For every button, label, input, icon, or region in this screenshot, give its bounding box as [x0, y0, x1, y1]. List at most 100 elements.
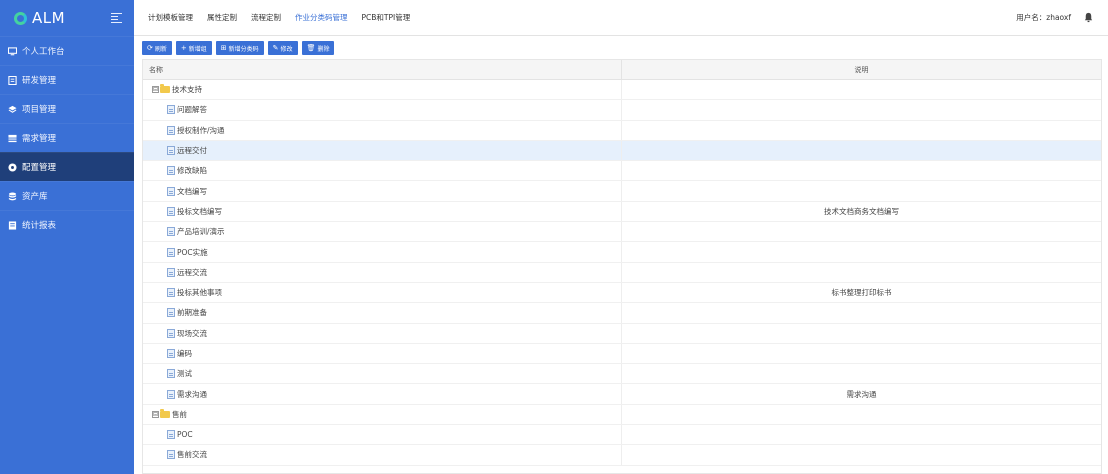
category-tree-grid: 名称 说明 ⊟ 技术支持问题解答授权制作/沟通远程交付修改缺陷文档编写 投标文档编写…	[142, 59, 1102, 474]
table-row[interactable]: 投标其他事项 标书整理打印标书	[143, 282, 1101, 304]
toolbar-button-label: 删除	[317, 45, 330, 53]
edit-button[interactable]: ✎ 修改	[267, 41, 298, 55]
table-row[interactable]: 远程交流	[143, 262, 1101, 283]
name-cell: 编码	[143, 343, 622, 364]
file-icon	[167, 389, 175, 399]
name-cell: 远程交流	[143, 262, 622, 282]
add-box-button[interactable]: ⊞ 新增分类码	[215, 41, 264, 55]
row-name: 需求沟通	[177, 389, 207, 399]
row-description	[622, 263, 1101, 282]
database-icon	[7, 191, 17, 201]
menu-toggle-icon[interactable]	[111, 12, 122, 23]
table-row[interactable]: 文档编写	[143, 181, 1101, 202]
row-name: 修改缺陷	[177, 166, 207, 176]
row-name: 售前交流	[177, 450, 207, 460]
name-cell: ⊟ 售前	[143, 404, 622, 425]
toolbar-button-label: 刷新	[154, 45, 167, 53]
top-navigation: 计划模板管理 属性定制 流程定制 作业分类码管理 PCB和TPI管理 用户名：zhaox…	[134, 0, 1108, 36]
tab-0[interactable]: 计划模板管理	[148, 12, 193, 23]
row-description	[622, 405, 1101, 424]
row-description	[622, 425, 1101, 444]
collapse-toggle-icon[interactable]: ⊟	[152, 410, 159, 418]
name-cell: 远程交付	[143, 140, 622, 161]
row-description	[622, 303, 1101, 322]
row-description	[622, 181, 1101, 200]
tab-4[interactable]: PCB和TPI管理	[362, 12, 411, 23]
table-row[interactable]: 编码	[143, 343, 1101, 365]
tab-1[interactable]: 属性定制	[207, 12, 237, 23]
table-row[interactable]: 售前交流	[143, 445, 1101, 466]
sidebar-item-5[interactable]: 资产库	[0, 181, 134, 210]
table-row[interactable]: 授权制作/沟通	[143, 120, 1101, 141]
table-row[interactable]: 远程交付	[143, 140, 1101, 162]
sidebar-item-0[interactable]: 个人工作台	[0, 36, 134, 65]
table-row[interactable]: 问题解答	[143, 100, 1101, 121]
name-cell: 授权制作/沟通	[143, 120, 622, 140]
username-label[interactable]: 用户名：zhaoxf	[1016, 12, 1071, 23]
row-name: 编码	[177, 349, 192, 358]
sidebar-item-label: 项目管理	[22, 105, 57, 115]
table-row[interactable]: 需求沟通 需求沟通	[143, 384, 1101, 405]
table-row[interactable]: 投标文档编写 技术文档商务文档编写	[143, 201, 1101, 223]
action-toolbar: ⟳ 刷新 + 新增组 ⊞ 新增分类码 ✎ 修改 🗑 删除	[142, 41, 338, 55]
toolbar-button-label: 修改	[280, 45, 293, 53]
collapse-toggle-icon[interactable]: ⊟	[152, 86, 159, 94]
row-name: 前期准备	[177, 308, 207, 318]
file-icon	[167, 349, 175, 358]
column-header-name[interactable]: 名称	[143, 60, 622, 79]
table-row[interactable]: 产品培训/演示	[143, 222, 1101, 243]
row-name: 投标其他事项	[177, 288, 222, 298]
row-name: 产品培训/演示	[177, 227, 225, 237]
file-icon	[167, 267, 175, 277]
monitor-icon	[7, 46, 17, 56]
sidebar-item-6[interactable]: 统计报表	[0, 210, 134, 239]
row-name: 授权制作/沟通	[177, 125, 225, 135]
row-description: 需求沟通	[846, 389, 877, 399]
table-row[interactable]: POC实施	[143, 242, 1101, 263]
plus-button[interactable]: + 新增组	[175, 41, 212, 55]
refresh-button[interactable]: ⟳ 刷新	[142, 41, 172, 55]
file-icon	[167, 227, 175, 237]
table-row[interactable]: 现场交流	[143, 323, 1101, 344]
sidebar-item-1[interactable]: 研发管理	[0, 65, 134, 94]
tab-3[interactable]: 作业分类码管理	[295, 12, 348, 23]
sidebar-item-label: 配置管理	[22, 163, 57, 173]
app-logo-text: ALM	[32, 9, 66, 27]
layers-icon	[7, 104, 17, 114]
row-description	[622, 222, 1101, 241]
name-cell: 前期准备	[143, 303, 622, 323]
row-description	[622, 344, 1101, 363]
sidebar: ALM 个人工作台 研发管理项目管理需求管理配置管理资产库统计报表	[0, 0, 134, 474]
name-cell: ⊟ 技术支持	[143, 80, 622, 100]
table-row[interactable]: 测试	[143, 364, 1101, 385]
file-icon	[167, 206, 175, 216]
logo-bar: ALM	[0, 0, 134, 36]
table-row[interactable]: ⊟ 技术支持	[143, 80, 1101, 101]
sidebar-nav: 个人工作台 研发管理项目管理需求管理配置管理资产库统计报表	[0, 36, 134, 239]
file-icon	[167, 105, 175, 115]
row-description	[622, 121, 1101, 140]
sidebar-item-2[interactable]: 项目管理	[0, 94, 134, 123]
table-row[interactable]: ⊟ 售前	[143, 404, 1101, 426]
bell-icon[interactable]	[1083, 12, 1094, 23]
row-name: 测试	[177, 369, 192, 379]
sidebar-item-4[interactable]: 配置管理	[0, 152, 134, 181]
name-cell: 需求沟通	[143, 384, 622, 404]
row-description	[622, 141, 1101, 160]
file-icon	[167, 247, 175, 257]
trash-button[interactable]: 🗑 删除	[301, 41, 335, 55]
name-cell: POC实施	[143, 242, 622, 262]
row-name: 现场交流	[177, 328, 207, 338]
tab-2[interactable]: 流程定制	[251, 12, 281, 23]
table-row[interactable]: 修改缺陷	[143, 161, 1101, 182]
sidebar-item-3[interactable]: 需求管理	[0, 123, 134, 152]
table-row[interactable]: POC	[143, 425, 1101, 446]
folder-icon	[160, 408, 170, 418]
table-row[interactable]: 前期准备	[143, 303, 1101, 324]
file-icon	[167, 288, 175, 298]
row-name: POC实施	[177, 247, 208, 257]
column-header-desc[interactable]: 说明	[622, 60, 1101, 79]
sidebar-item-label: 统计报表	[22, 221, 57, 231]
row-name: 技术支持	[172, 85, 202, 95]
row-description	[622, 100, 1101, 119]
